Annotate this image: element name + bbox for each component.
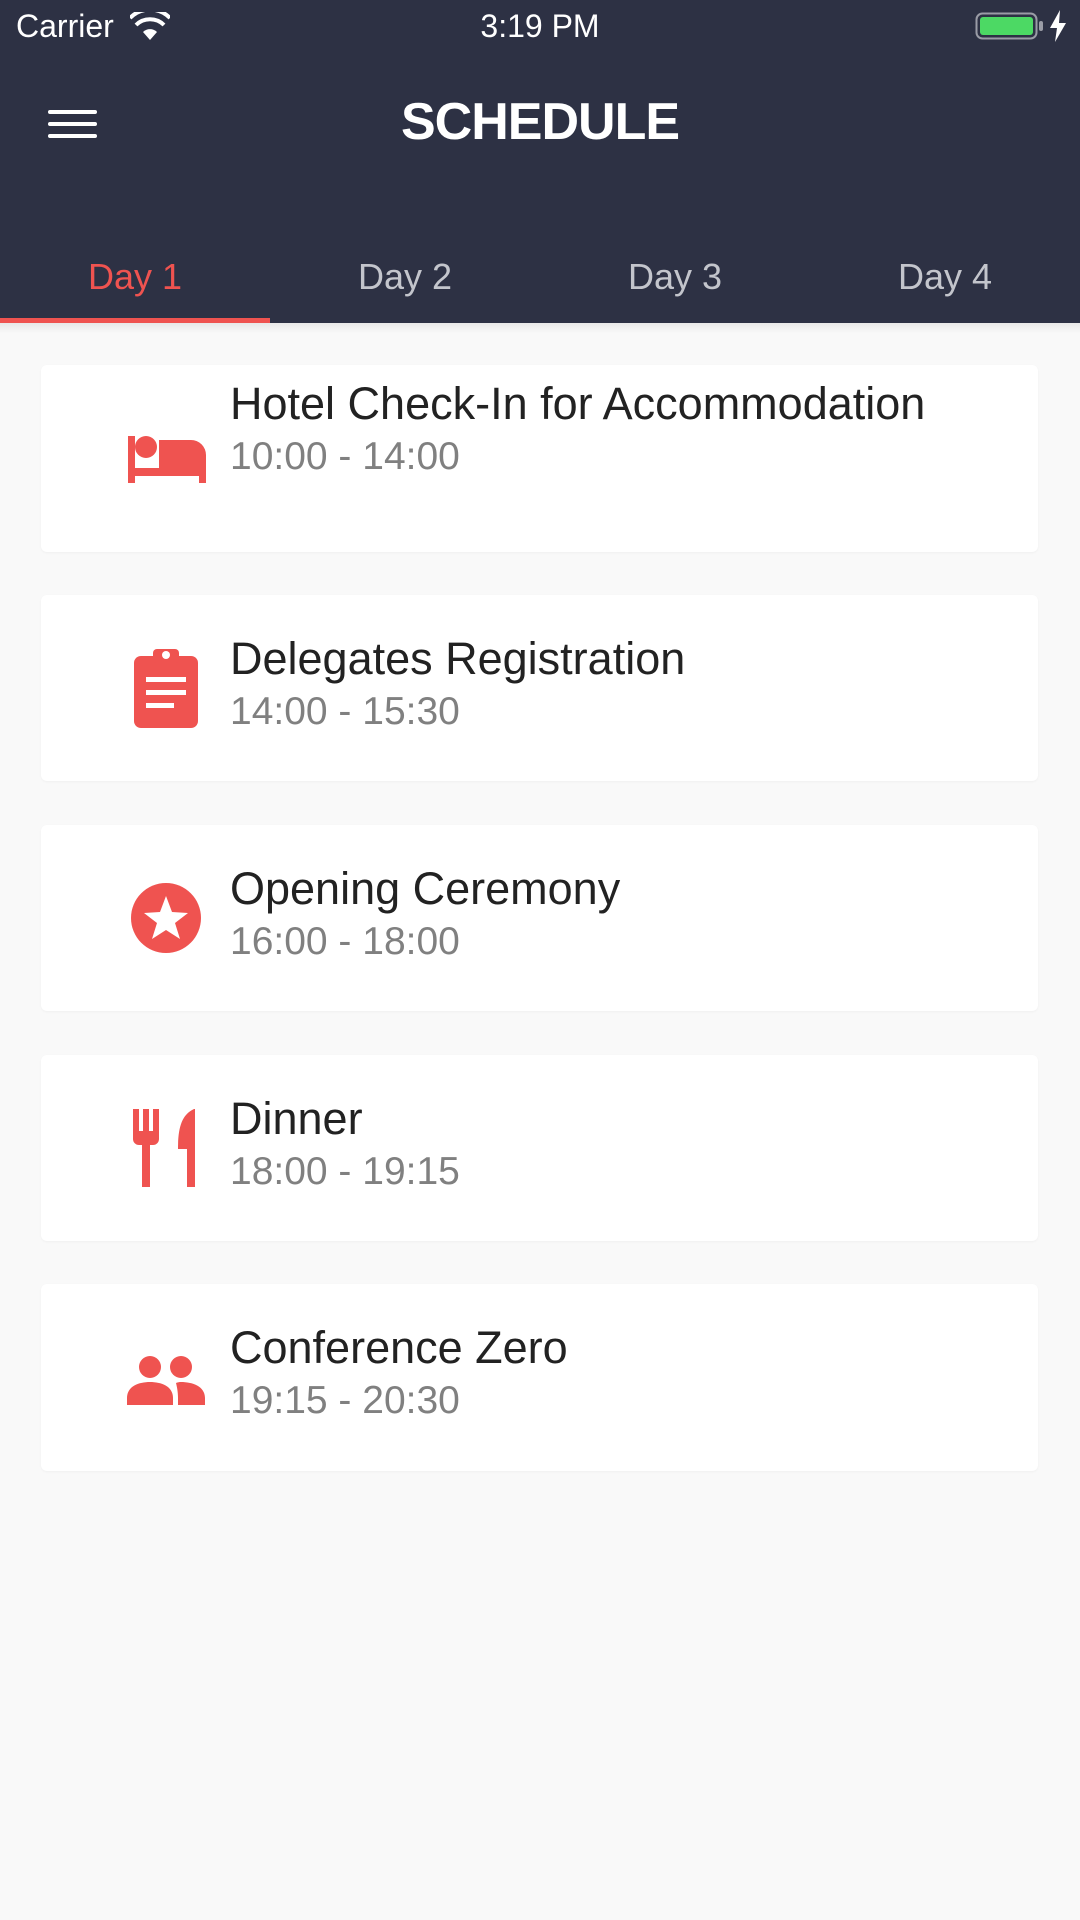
star-circle-icon	[121, 873, 211, 963]
event-card-hotel-check-in[interactable]: Hotel Check-In for Accommodation 10:00 -…	[41, 365, 1038, 552]
event-title: Hotel Check-In for Accommodation	[230, 378, 926, 429]
event-card-delegates-registration[interactable]: Delegates Registration 14:00 - 15:30	[41, 595, 1038, 781]
event-title: Conference Zero	[230, 1322, 568, 1373]
bed-icon	[121, 413, 211, 503]
restaurant-icon	[121, 1103, 211, 1193]
event-text: Conference Zero 19:15 - 20:30	[230, 1319, 1010, 1426]
event-text: Delegates Registration 14:00 - 15:30	[230, 630, 1010, 737]
event-time: 14:00 - 15:30	[230, 690, 460, 733]
tab-day-4[interactable]: Day 4	[810, 230, 1080, 323]
status-bar: Carrier 3:19 PM	[0, 0, 1080, 54]
app-header: Carrier 3:19 PM SCHEDULE Day 1 Day 2 Day…	[0, 0, 1080, 323]
page-title: SCHEDULE	[400, 93, 680, 151]
tab-day-2[interactable]: Day 2	[270, 230, 540, 323]
event-time: 16:00 - 18:00	[230, 920, 460, 963]
event-title: Opening Ceremony	[230, 863, 621, 914]
event-card-conference-zero[interactable]: Conference Zero 19:15 - 20:30	[41, 1284, 1038, 1471]
clipboard-icon	[121, 643, 211, 733]
status-time: 3:19 PM	[480, 8, 600, 44]
event-text: Hotel Check-In for Accommodation 10:00 -…	[230, 375, 1010, 482]
people-icon	[121, 1332, 211, 1422]
event-card-opening-ceremony[interactable]: Opening Ceremony 16:00 - 18:00	[41, 825, 1038, 1011]
day-tabs: Day 1 Day 2 Day 3 Day 4	[0, 230, 1080, 323]
charging-bolt-icon	[1050, 10, 1066, 42]
tab-day-3[interactable]: Day 3	[540, 230, 810, 323]
tab-day-1[interactable]: Day 1	[0, 230, 270, 323]
event-title: Dinner	[230, 1093, 363, 1144]
event-text: Dinner 18:00 - 19:15	[230, 1090, 1010, 1197]
event-time: 19:15 - 20:30	[230, 1379, 460, 1422]
event-time: 18:00 - 19:15	[230, 1150, 460, 1193]
header-shadow	[0, 323, 1080, 333]
battery-icon	[975, 12, 1043, 40]
event-title: Delegates Registration	[230, 633, 686, 684]
event-card-dinner[interactable]: Dinner 18:00 - 19:15	[41, 1055, 1038, 1241]
event-time: 10:00 - 14:00	[230, 435, 460, 478]
event-text: Opening Ceremony 16:00 - 18:00	[230, 860, 1010, 967]
